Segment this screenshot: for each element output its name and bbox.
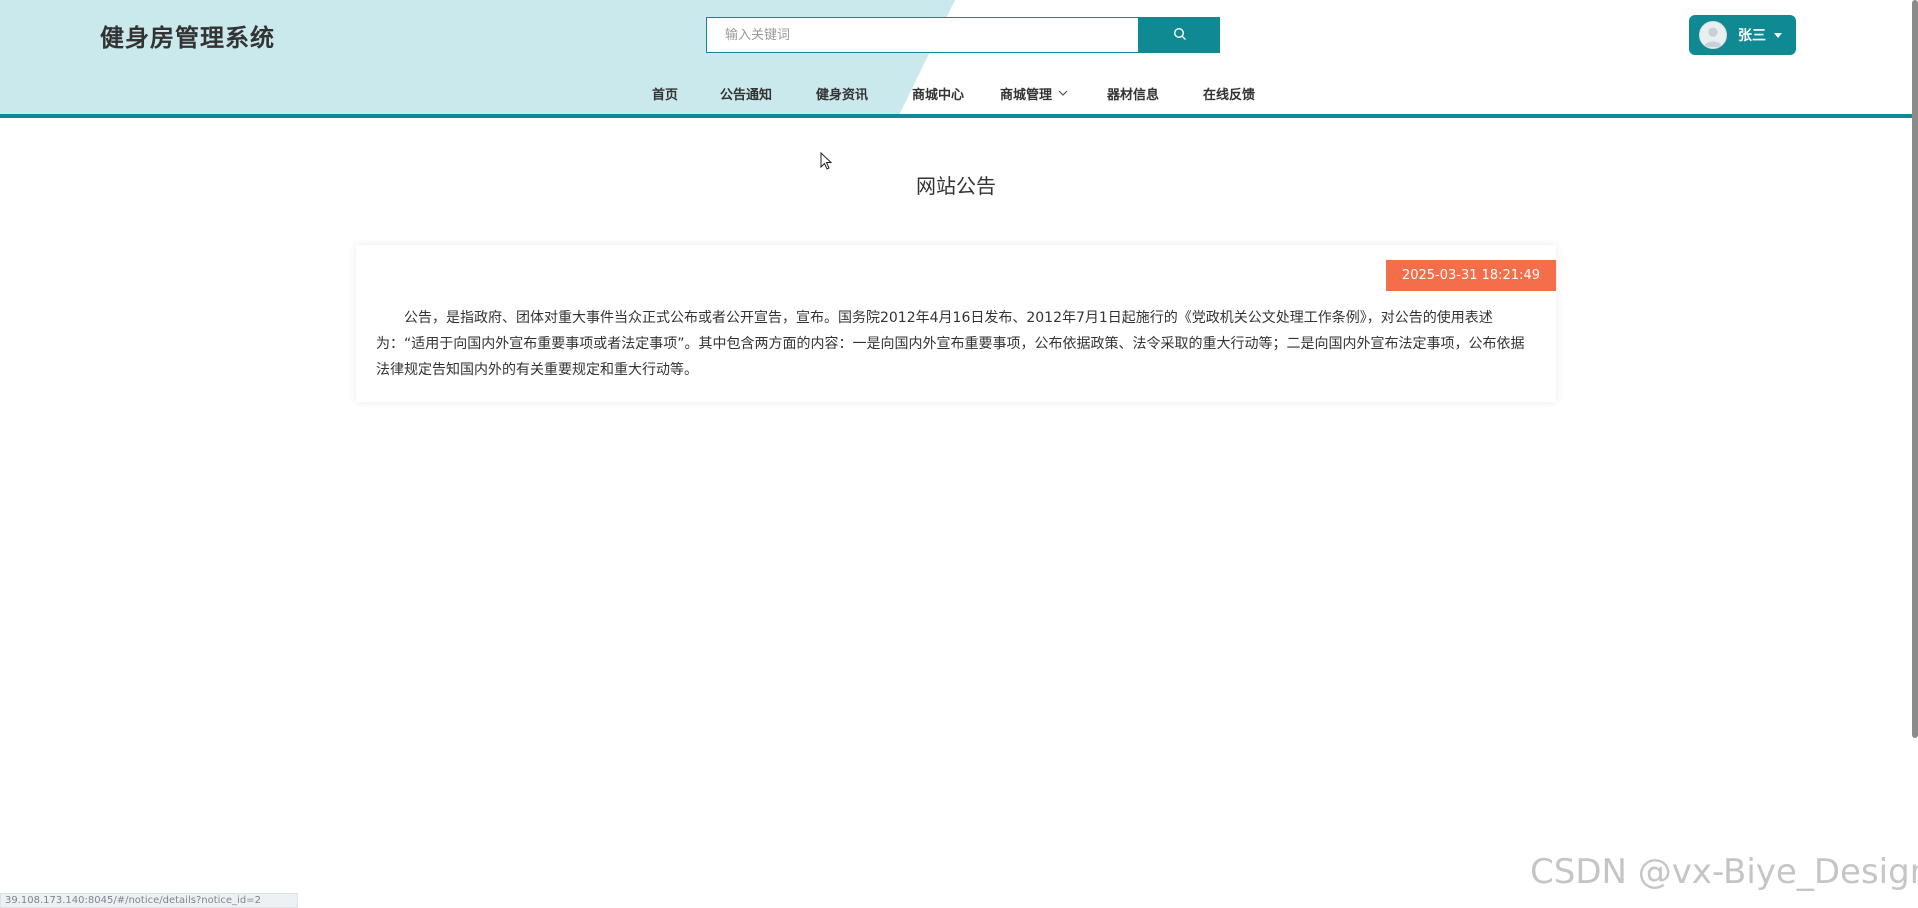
nav-item-home[interactable]: 首页 — [652, 84, 678, 103]
user-menu-button[interactable]: 张三 — [1689, 15, 1796, 55]
notice-content: 公告，是指政府、团体对重大事件当众正式公布或者公开宣告，宣布。国务院2012年4… — [376, 310, 1525, 378]
page-title: 网站公告 — [916, 174, 996, 198]
mouse-cursor-icon — [820, 151, 833, 174]
notice-date-badge: 2025-03-31 18:21:49 — [1386, 260, 1556, 291]
nav-item-feedback[interactable]: 在线反馈 — [1203, 84, 1255, 103]
search-bar — [706, 17, 1220, 53]
chevron-down-icon — [1058, 90, 1068, 97]
nav-item-shop-management-label: 商城管理 — [1000, 88, 1053, 103]
main-nav: 首页 公告通知 健身资讯 商城中心 商城管理 器材信息 在线反馈 — [0, 84, 1912, 106]
search-icon — [1173, 27, 1187, 44]
watermark: CSDN @vx-Biye_Design — [1530, 852, 1918, 892]
top-header: 健身房管理系统 张三 首 — [0, 0, 1912, 118]
site-logo[interactable]: 健身房管理系统 — [100, 18, 275, 53]
search-button[interactable] — [1139, 17, 1220, 53]
nav-item-equipment[interactable]: 器材信息 — [1107, 84, 1159, 103]
avatar — [1699, 21, 1727, 49]
caret-down-icon — [1774, 32, 1782, 38]
scrollbar[interactable] — [1912, 0, 1918, 738]
nav-item-shop-management[interactable]: 商城管理 — [1000, 84, 1068, 103]
status-bar-url: 39.108.173.140:8045/#/notice/details?not… — [0, 893, 298, 908]
nav-item-fitness-news[interactable]: 健身资讯 — [816, 84, 868, 103]
user-name: 张三 — [1738, 28, 1766, 44]
nav-item-shop-center[interactable]: 商城中心 — [912, 84, 964, 103]
notice-card: 2025-03-31 18:21:49 公告，是指政府、团体对重大事件当众正式公… — [356, 245, 1556, 402]
nav-item-notices[interactable]: 公告通知 — [720, 84, 772, 103]
page: 健身房管理系统 张三 首 — [0, 0, 1918, 908]
search-input[interactable] — [706, 17, 1139, 53]
